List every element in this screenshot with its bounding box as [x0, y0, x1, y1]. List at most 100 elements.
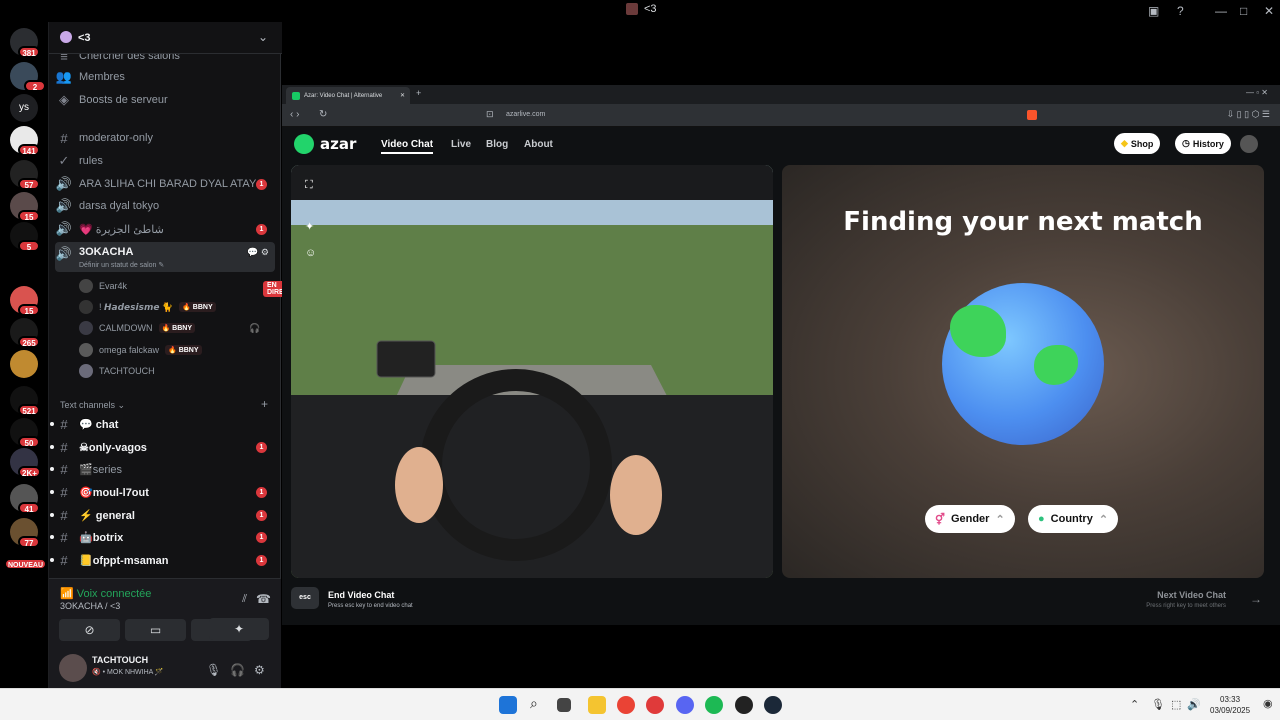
spotify-icon[interactable]: [705, 696, 723, 714]
camera-off-button[interactable]: ⊘: [59, 619, 120, 641]
voice-user[interactable]: CALMDOWN 🔥 BBNY 🎧: [79, 319, 260, 337]
arrow-right-icon[interactable]: →: [1250, 592, 1262, 606]
notification-icon[interactable]: ◉: [1263, 697, 1273, 710]
browser-menu-icons[interactable]: ⇩ ▯ ▯ ⬡ ☰: [1227, 109, 1270, 120]
volume-icon[interactable]: 🔊: [1187, 698, 1201, 711]
server-boosts[interactable]: ◈ Boosts de serveur: [55, 90, 275, 110]
close-button[interactable]: ✕: [1264, 4, 1274, 18]
voice-channel-active[interactable]: 🔊 3OKACHA 💬 ⚙ Définir un statut de salon…: [55, 242, 275, 272]
expand-icon[interactable]: ⛶: [305, 179, 313, 192]
esc-key[interactable]: esc: [291, 587, 319, 609]
shop-button[interactable]: ◆ Shop: [1114, 133, 1161, 154]
profile-avatar[interactable]: [1240, 135, 1258, 153]
browser-tab[interactable]: Azar: Video Chat | Alternative ✕: [286, 87, 410, 104]
clock[interactable]: 03:33 03/09/2025: [1210, 694, 1250, 716]
bookmark-icon[interactable]: ⊡: [486, 109, 494, 120]
server-icon-77[interactable]: 77: [10, 518, 40, 548]
steam-icon[interactable]: [764, 696, 782, 714]
new-tab-icon[interactable]: +: [416, 88, 421, 98]
task-view-icon[interactable]: [557, 698, 571, 712]
voice-channel-arabic[interactable]: 🔊 💗 شاطئ الجزيرة 1: [55, 219, 275, 239]
chrome-icon[interactable]: [617, 696, 635, 714]
category-text-channels[interactable]: Text channels ⌄: [60, 400, 125, 411]
chevron-up-icon[interactable]: ⌃: [1130, 698, 1139, 711]
channel-actions-icon[interactable]: 💬 ⚙: [247, 247, 269, 258]
url-field[interactable]: azarlive.com: [506, 111, 545, 118]
server-header[interactable]: <3 ⌄: [49, 22, 282, 54]
voice-user[interactable]: omega falckaw 🔥 BBNY: [79, 341, 202, 359]
soundboard-button[interactable]: ✦: [209, 618, 269, 640]
gender-filter-button[interactable]: ⚥ Gender ⌃: [925, 505, 1015, 533]
next-video-chat[interactable]: Next Video Chat: [1157, 590, 1226, 600]
nav-about[interactable]: About: [524, 139, 553, 150]
network-icon[interactable]: ⬚: [1171, 698, 1181, 711]
discord-icon[interactable]: [676, 696, 694, 714]
voice-channel-darsa[interactable]: 🔊 darsa dyal tokyo: [55, 196, 275, 216]
country-filter-button[interactable]: ● Country ⌃: [1028, 505, 1119, 533]
inbox-icon[interactable]: ▣: [1148, 4, 1159, 18]
microphone-icon[interactable]: 🎙: [206, 663, 221, 677]
voice-user[interactable]: ! 𝙃𝙖𝙙𝙚𝙨𝙞𝙨𝙢𝙚 🐈 🔥 BBNY: [79, 298, 216, 316]
history-button[interactable]: ◷ History: [1175, 133, 1231, 154]
server-icon-50[interactable]: 50: [10, 418, 40, 448]
window-controls[interactable]: — ▫ ✕: [1246, 88, 1268, 97]
server-icon-521[interactable]: 521: [10, 386, 40, 416]
server-icon-265[interactable]: 265: [10, 318, 40, 348]
channel-rules[interactable]: ✓ rules: [55, 151, 275, 171]
nav-video-chat[interactable]: Video Chat: [381, 139, 434, 154]
maximize-button[interactable]: □: [1240, 4, 1247, 18]
close-tab-icon[interactable]: ✕: [400, 92, 405, 99]
chevron-down-icon[interactable]: ⌄: [258, 30, 268, 44]
sticker-icon[interactable]: ☺: [305, 247, 316, 259]
server-icon[interactable]: [10, 350, 38, 378]
settings-icon[interactable]: ⚙: [254, 663, 265, 677]
server-icon-41[interactable]: 41: [10, 484, 40, 514]
channel-moderator-only[interactable]: # moderator-only: [55, 128, 275, 148]
members[interactable]: 👥 Membres: [55, 67, 275, 87]
end-video-chat[interactable]: End Video Chat: [328, 590, 394, 600]
minimize-button[interactable]: —: [1215, 4, 1227, 18]
file-explorer-icon[interactable]: [588, 696, 606, 714]
add-channel-icon[interactable]: +: [261, 397, 268, 411]
brave-shield-icon[interactable]: [1027, 110, 1037, 120]
channel-status[interactable]: Définir un statut de salon ✎: [79, 261, 164, 269]
effects-icon[interactable]: ✦: [305, 220, 314, 233]
text-channel[interactable]: # 🤖botrix 1: [50, 527, 275, 547]
azar-logo[interactable]: azar: [294, 134, 356, 154]
noise-suppression-icon[interactable]: ⫽: [242, 593, 247, 606]
text-channel[interactable]: # ☠only-vagos 1: [50, 437, 275, 457]
obs-icon[interactable]: [735, 696, 753, 714]
username[interactable]: TACHTOUCH: [92, 655, 148, 665]
server-icon-5[interactable]: 5: [10, 222, 40, 252]
server-icon-15[interactable]: 15: [10, 192, 40, 222]
voice-user[interactable]: Evar4k: [79, 277, 127, 295]
search-icon[interactable]: ⌕: [530, 695, 538, 712]
server-new[interactable]: NOUVEAU: [4, 552, 48, 580]
server-icon-57[interactable]: 57: [10, 160, 40, 190]
voice-status[interactable]: 📶 Voix connectée: [60, 587, 151, 600]
microphone-tray-icon[interactable]: 🎙: [1151, 698, 1165, 711]
reload-icon[interactable]: ↻: [319, 109, 327, 120]
nav-live[interactable]: Live: [451, 139, 471, 150]
text-channel[interactable]: # ⚡ general 1: [50, 505, 275, 525]
disconnect-icon[interactable]: ☎: [256, 592, 271, 606]
text-channel[interactable]: # 📒ofppt-msaman 1: [50, 550, 275, 570]
server-icon-2[interactable]: 2: [10, 62, 46, 92]
voice-user[interactable]: TACHTOUCH: [79, 362, 155, 380]
app-icon[interactable]: [646, 696, 664, 714]
screen-share-button[interactable]: ▭: [125, 619, 186, 641]
text-channel[interactable]: # 🎯moul-l7out 1: [50, 482, 275, 502]
text-channel[interactable]: # 🎬series: [50, 459, 275, 479]
start-icon[interactable]: [499, 696, 517, 714]
headphones-icon[interactable]: 🎧: [230, 663, 245, 677]
discord-home-button[interactable]: 381: [10, 28, 40, 58]
server-icon-ys[interactable]: ys: [10, 94, 38, 122]
nav-blog[interactable]: Blog: [486, 139, 508, 150]
server-icon-15b[interactable]: 15: [10, 286, 40, 316]
server-icon-2k[interactable]: 2K+: [10, 448, 41, 478]
back-icon[interactable]: ‹ ›: [290, 109, 299, 120]
voice-channel-ara[interactable]: 🔊 ARA 3LIHA CHI BARAD DYAL ATAY 1: [55, 174, 275, 194]
server-icon-141[interactable]: 141: [10, 126, 40, 156]
help-icon[interactable]: ?: [1177, 4, 1184, 18]
avatar[interactable]: [59, 654, 87, 682]
